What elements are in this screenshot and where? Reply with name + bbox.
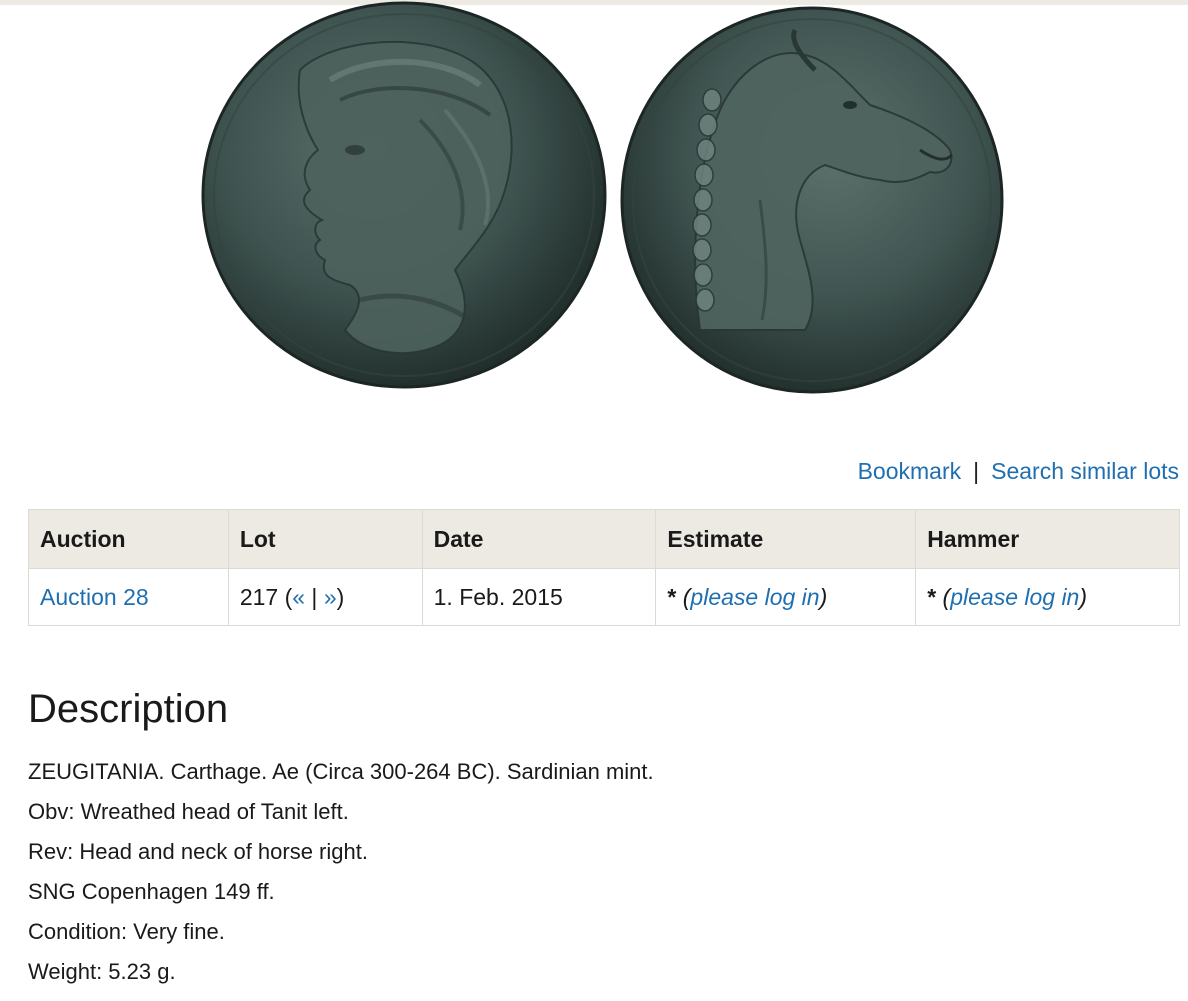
estimate-login-link[interactable]: please log in <box>690 584 819 610</box>
description-line: Weight: 5.23 g. <box>28 959 176 984</box>
next-lot-link[interactable]: » <box>324 584 337 610</box>
lot-number: 217 <box>239 583 279 610</box>
hammer-login-link[interactable]: please log in <box>950 584 1079 610</box>
header-auction: Auction <box>28 509 229 569</box>
header-estimate: Estimate <box>655 509 917 569</box>
lot-paren-close: ) <box>336 583 345 610</box>
bookmark-link[interactable]: Bookmark <box>858 458 962 484</box>
description-line: Condition: Very fine. <box>28 919 225 944</box>
lot-nav-separator: | <box>305 583 324 610</box>
cell-auction: Auction 28 <box>28 568 229 626</box>
description-line: Rev: Head and neck of horse right. <box>28 839 368 864</box>
cell-lot: 217 (« | ») <box>227 568 423 626</box>
hammer-asterisk: * <box>927 583 937 610</box>
cell-estimate: * (please log in) <box>655 568 917 626</box>
header-date: Date <box>421 509 657 569</box>
hammer-paren-close: ) <box>1079 583 1088 610</box>
coin-image <box>0 0 1188 420</box>
table-header-row: Auction Lot Date Estimate Hammer <box>28 509 1180 569</box>
lot-paren-open: ( <box>278 583 293 610</box>
estimate-asterisk: * <box>667 583 677 610</box>
description-line: ZEUGITANIA. Carthage. Ae (Circa 300-264 … <box>28 759 654 784</box>
lot-actions: Bookmark | Search similar lots <box>858 456 1179 486</box>
description-line: Obv: Wreathed head of Tanit left. <box>28 799 349 824</box>
cell-date: 1. Feb. 2015 <box>421 568 657 626</box>
description-line: SNG Copenhagen 149 ff. <box>28 879 275 904</box>
table-row: Auction 28 217 (« | ») 1. Feb. 2015 * (p… <box>28 568 1180 626</box>
search-similar-lots-link[interactable]: Search similar lots <box>991 458 1179 484</box>
auction-link[interactable]: Auction 28 <box>40 584 149 610</box>
lot-info-table: Auction Lot Date Estimate Hammer Auction… <box>28 509 1180 626</box>
previous-lot-link[interactable]: « <box>292 584 305 610</box>
header-lot: Lot <box>227 509 423 569</box>
estimate-paren-close: ) <box>819 583 828 610</box>
action-separator: | <box>973 458 980 484</box>
header-hammer: Hammer <box>915 509 1180 569</box>
description-text: ZEUGITANIA. Carthage. Ae (Circa 300-264 … <box>28 752 654 992</box>
coin-reverse <box>620 6 1004 394</box>
coin-obverse <box>201 1 607 389</box>
cell-hammer: * (please log in) <box>915 568 1180 626</box>
description-heading: Description <box>28 687 229 731</box>
